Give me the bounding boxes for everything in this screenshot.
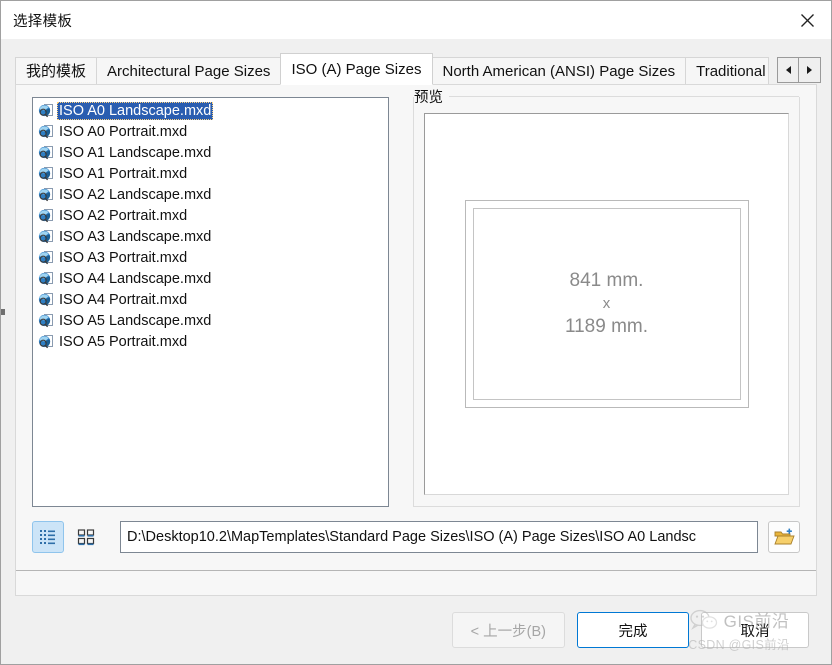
page-height-label: 1189 mm.: [564, 316, 649, 338]
dialog-title: 选择模板: [13, 13, 73, 30]
mxd-document-icon: [38, 292, 54, 308]
list-item-label: ISO A0 Portrait.mxd: [59, 123, 188, 140]
list-item[interactable]: ISO A1 Portrait.mxd: [35, 163, 388, 184]
list-item[interactable]: ISO A4 Portrait.mxd: [35, 289, 388, 310]
list-item[interactable]: ISO A5 Portrait.mxd: [35, 331, 388, 352]
list-item-label: ISO A3 Landscape.mxd: [59, 228, 212, 245]
triangle-right-icon: [807, 66, 812, 74]
select-template-dialog: 选择模板 我的模板 Architectural Page Sizes ISO (…: [0, 0, 832, 665]
large-icons-view-icon: [77, 529, 95, 546]
list-item-label: ISO A1 Portrait.mxd: [59, 165, 188, 182]
open-folder-add-icon: [774, 528, 795, 545]
cancel-button[interactable]: 取消: [701, 612, 809, 648]
list-item-label: ISO A5 Landscape.mxd: [59, 312, 212, 329]
tab-scroll-left-button[interactable]: [777, 57, 799, 83]
window-edge-marker: [1, 309, 5, 315]
list-item-label: ISO A0 Landscape.mxd: [57, 101, 214, 120]
tab-iso-a-page-sizes[interactable]: ISO (A) Page Sizes: [280, 53, 433, 85]
view-mode-list-button[interactable]: [32, 521, 64, 553]
page-width-label: 841 mm.: [569, 270, 644, 292]
list-view-icon: [40, 530, 55, 545]
mxd-document-icon: [38, 145, 54, 161]
close-button[interactable]: [783, 1, 831, 39]
list-item[interactable]: ISO A3 Portrait.mxd: [35, 247, 388, 268]
list-item-label: ISO A4 Portrait.mxd: [59, 291, 188, 308]
list-item-label: ISO A4 Landscape.mxd: [59, 270, 212, 287]
back-button[interactable]: < 上一步(B): [451, 612, 565, 648]
finish-button[interactable]: 完成: [577, 612, 689, 648]
list-item-label: ISO A5 Portrait.mxd: [59, 333, 188, 350]
tab-scroll-buttons: [777, 57, 821, 83]
tab-page-iso-a: ISO A0 Landscape.mxd ISO A0 Portrait.mxd…: [15, 84, 817, 596]
list-item-label: ISO A1 Landscape.mxd: [59, 144, 212, 161]
tab-architectural-page-sizes[interactable]: Architectural Page Sizes: [96, 57, 282, 85]
dialog-footer: < 上一步(B) 完成 取消 GIS前沿 CSDN @GIS前沿: [1, 596, 831, 664]
tab-scroll-right-button[interactable]: [799, 57, 821, 83]
list-item[interactable]: ISO A0 Landscape.mxd: [35, 100, 388, 121]
mxd-document-icon: [38, 271, 54, 287]
page-outline-outer: 841 mm. x 1189 mm.: [464, 200, 749, 408]
content-panes: ISO A0 Landscape.mxd ISO A0 Portrait.mxd…: [16, 85, 816, 507]
mxd-document-icon: [38, 229, 54, 245]
mxd-document-icon: [38, 208, 54, 224]
list-item[interactable]: ISO A2 Portrait.mxd: [35, 205, 388, 226]
close-icon: [800, 13, 814, 27]
preview-pane: 预览 841 mm. x 1189 mm.: [413, 86, 800, 507]
browse-folder-button[interactable]: [768, 521, 800, 553]
page-outline-inner: 841 mm. x 1189 mm.: [472, 208, 741, 400]
path-row: D:\Desktop10.2\MapTemplates\Standard Pag…: [16, 507, 816, 553]
mxd-document-icon: [38, 124, 54, 140]
mxd-document-icon: [38, 166, 54, 182]
list-item[interactable]: ISO A3 Landscape.mxd: [35, 226, 388, 247]
mxd-document-icon: [38, 250, 54, 266]
tab-my-templates[interactable]: 我的模板: [15, 57, 98, 85]
preview-canvas: 841 mm. x 1189 mm.: [424, 113, 789, 495]
list-item[interactable]: ISO A2 Landscape.mxd: [35, 184, 388, 205]
triangle-left-icon: [785, 66, 791, 74]
mxd-document-icon: [38, 313, 54, 329]
list-item-label: ISO A2 Portrait.mxd: [59, 207, 188, 224]
preview-legend-label: 预览: [414, 86, 449, 107]
mxd-document-icon: [38, 187, 54, 203]
footer-separator: [16, 570, 816, 571]
list-item[interactable]: ISO A0 Portrait.mxd: [35, 121, 388, 142]
tab-north-american-ansi-page-sizes[interactable]: North American (ANSI) Page Sizes: [431, 57, 687, 85]
title-bar: 选择模板: [1, 1, 831, 39]
view-mode-large-icons-button[interactable]: [70, 521, 102, 553]
list-item[interactable]: ISO A4 Landscape.mxd: [35, 268, 388, 289]
tab-traditional[interactable]: Traditional I: [685, 57, 770, 85]
page-dimension-separator: x: [602, 294, 611, 312]
mxd-document-icon: [38, 334, 54, 350]
preview-legend-rule: [449, 96, 799, 97]
preview-legend: 预览: [414, 86, 799, 107]
list-item-label: ISO A3 Portrait.mxd: [59, 249, 188, 266]
preview-group-box: 预览 841 mm. x 1189 mm.: [413, 86, 800, 507]
list-item[interactable]: ISO A5 Landscape.mxd: [35, 310, 388, 331]
list-item-label: ISO A2 Landscape.mxd: [59, 186, 212, 203]
dialog-body: 我的模板 Architectural Page Sizes ISO (A) Pa…: [1, 39, 831, 664]
list-item[interactable]: ISO A1 Landscape.mxd: [35, 142, 388, 163]
mxd-document-icon: [38, 103, 54, 119]
template-file-list[interactable]: ISO A0 Landscape.mxd ISO A0 Portrait.mxd…: [32, 97, 389, 507]
tab-strip: 我的模板 Architectural Page Sizes ISO (A) Pa…: [15, 50, 831, 85]
template-path-input[interactable]: D:\Desktop10.2\MapTemplates\Standard Pag…: [120, 521, 758, 553]
